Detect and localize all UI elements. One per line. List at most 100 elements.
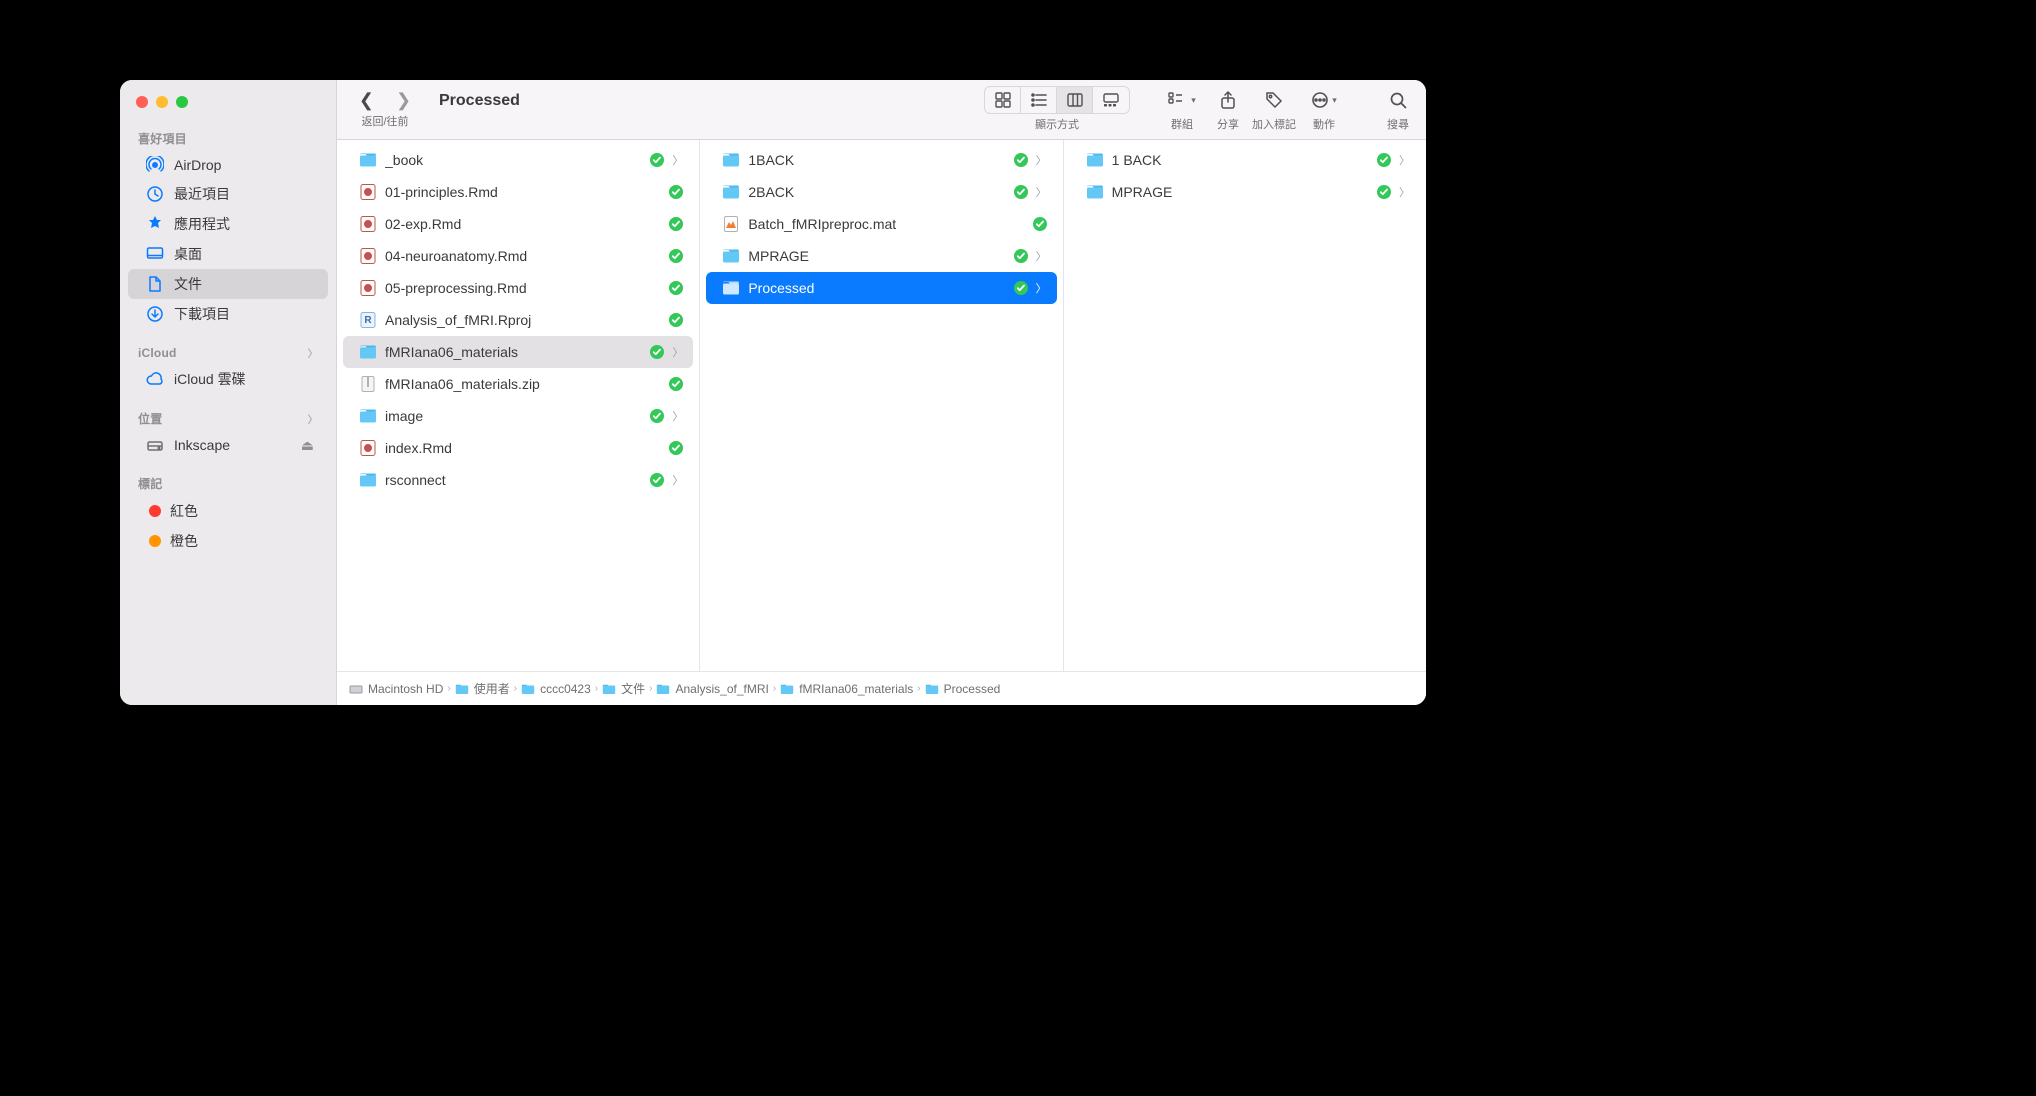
column-2: 1 BACK〉MPRAGE〉 bbox=[1064, 140, 1426, 671]
sidebar-header-icloud[interactable]: iCloud〉 bbox=[120, 343, 336, 364]
column-browser: _book〉01-principles.Rmd02-exp.Rmd04-neur… bbox=[337, 140, 1426, 671]
sidebar-item-桌面[interactable]: 桌面 bbox=[128, 239, 328, 269]
file-row[interactable]: _book〉 bbox=[343, 144, 693, 176]
zip-icon bbox=[359, 375, 377, 393]
file-row[interactable]: rsconnect 〉 bbox=[343, 464, 693, 496]
maximize-button[interactable] bbox=[176, 96, 188, 108]
chevron-right-icon: 〉 bbox=[1036, 184, 1047, 200]
sidebar-item-iCloud 雲碟[interactable]: iCloud 雲碟 bbox=[128, 364, 328, 394]
eject-icon[interactable]: ⏏ bbox=[301, 437, 314, 454]
close-button[interactable] bbox=[136, 96, 148, 108]
airdrop-icon bbox=[146, 156, 164, 174]
path-label: Analysis_of_fMRI bbox=[675, 682, 768, 696]
sidebar-item-紅色[interactable]: 紅色 bbox=[128, 496, 328, 526]
file-name: 05-preprocessing.Rmd bbox=[385, 280, 661, 296]
file-name: 01-principles.Rmd bbox=[385, 184, 661, 200]
sidebar-favorites: 喜好項目 AirDrop 最近項目應用程式桌面文件下載項目 bbox=[120, 124, 336, 339]
path-separator: › bbox=[917, 683, 920, 694]
sync-icon bbox=[1377, 153, 1391, 167]
folder-icon bbox=[455, 682, 469, 696]
cloud-icon bbox=[146, 370, 164, 388]
rproj-icon: R bbox=[359, 311, 377, 329]
file-row[interactable]: 04-neuroanatomy.Rmd bbox=[343, 240, 693, 272]
file-row[interactable]: 1BACK〉 bbox=[706, 144, 1056, 176]
path-item[interactable]: Processed bbox=[925, 682, 1001, 696]
folder-icon bbox=[359, 151, 377, 169]
chevron-right-icon: 〉 bbox=[672, 472, 683, 488]
sync-icon bbox=[650, 153, 664, 167]
hd-icon bbox=[349, 682, 363, 696]
rmd-icon bbox=[359, 183, 377, 201]
file-row[interactable]: 05-preprocessing.Rmd bbox=[343, 272, 693, 304]
file-row[interactable]: MPRAGE〉 bbox=[706, 240, 1056, 272]
path-item[interactable]: 文件 bbox=[602, 680, 645, 697]
sidebar-item-最近項目[interactable]: 最近項目 bbox=[128, 179, 328, 209]
file-name: rsconnect bbox=[385, 472, 642, 488]
path-label: fMRIana06_materials bbox=[799, 682, 913, 696]
sidebar-item-AirDrop[interactable]: AirDrop bbox=[128, 151, 328, 179]
file-row[interactable]: R Analysis_of_fMRI.Rproj bbox=[343, 304, 693, 336]
chevron-right-icon: 〉 bbox=[1399, 184, 1410, 200]
view-group: 顯示方式 bbox=[984, 86, 1130, 132]
sidebar-header-favorites[interactable]: 喜好項目 bbox=[120, 128, 336, 151]
file-row[interactable]: MPRAGE〉 bbox=[1070, 176, 1420, 208]
file-row[interactable]: image〉 bbox=[343, 400, 693, 432]
folder-icon bbox=[359, 471, 377, 489]
file-row[interactable]: Batch_fMRIpreproc.mat bbox=[706, 208, 1056, 240]
sidebar-header-locations[interactable]: 位置〉 bbox=[120, 408, 336, 431]
path-item[interactable]: fMRIana06_materials bbox=[780, 682, 913, 696]
sidebar-header-tags[interactable]: 標記 bbox=[120, 473, 336, 496]
back-button[interactable]: ❮ bbox=[359, 90, 374, 111]
disk-icon bbox=[146, 436, 164, 454]
share-button[interactable] bbox=[1210, 87, 1246, 113]
view-list-button[interactable] bbox=[1021, 87, 1057, 113]
sidebar-item-橙色[interactable]: 橙色 bbox=[128, 526, 328, 556]
file-name: 02-exp.Rmd bbox=[385, 216, 661, 232]
file-row[interactable]: fMRIana06_materials.zip bbox=[343, 368, 693, 400]
sync-icon bbox=[1014, 185, 1028, 199]
file-name: image bbox=[385, 408, 642, 424]
sync-icon bbox=[1014, 249, 1028, 263]
folder-icon bbox=[1086, 151, 1104, 169]
file-row[interactable]: 02-exp.Rmd bbox=[343, 208, 693, 240]
sidebar-item-label: 最近項目 bbox=[174, 184, 230, 204]
sidebar-item-應用程式[interactable]: 應用程式 bbox=[128, 209, 328, 239]
window-controls bbox=[120, 90, 336, 124]
file-row[interactable]: 1 BACK〉 bbox=[1070, 144, 1420, 176]
sync-icon bbox=[669, 281, 683, 295]
file-row[interactable]: 2BACK〉 bbox=[706, 176, 1056, 208]
file-name: index.Rmd bbox=[385, 440, 661, 456]
sidebar-item-label: iCloud 雲碟 bbox=[174, 369, 246, 389]
sidebar: 喜好項目 AirDrop 最近項目應用程式桌面文件下載項目 iCloud〉 iCl… bbox=[120, 80, 337, 705]
file-name: _book bbox=[385, 152, 642, 168]
path-separator: › bbox=[514, 683, 517, 694]
path-item[interactable]: cccc0423 bbox=[521, 682, 591, 696]
tag-button[interactable] bbox=[1256, 87, 1292, 113]
folder-icon bbox=[722, 247, 740, 265]
action-button-group: ▾ 動作 bbox=[1302, 86, 1346, 132]
file-name: fMRIana06_materials.zip bbox=[385, 376, 661, 392]
group-button[interactable]: ▾ bbox=[1160, 87, 1204, 113]
path-item[interactable]: 使用者 bbox=[455, 680, 510, 697]
view-gallery-button[interactable] bbox=[1093, 87, 1129, 113]
file-row[interactable]: 01-principles.Rmd bbox=[343, 176, 693, 208]
view-icons-button[interactable] bbox=[985, 87, 1021, 113]
sidebar-item-Inkscape[interactable]: Inkscape⏏ bbox=[128, 431, 328, 459]
file-row[interactable]: fMRIana06_materials〉 bbox=[343, 336, 693, 368]
folder-icon bbox=[925, 682, 939, 696]
path-item[interactable]: Macintosh HD bbox=[349, 682, 443, 696]
sidebar-item-文件[interactable]: 文件 bbox=[128, 269, 328, 299]
path-item[interactable]: Analysis_of_fMRI bbox=[656, 682, 768, 696]
view-columns-button[interactable] bbox=[1057, 87, 1093, 113]
action-button[interactable]: ▾ bbox=[1302, 87, 1346, 113]
file-row[interactable]: Processed〉 bbox=[706, 272, 1056, 304]
sidebar-item-label: 桌面 bbox=[174, 244, 202, 264]
file-row[interactable]: index.Rmd bbox=[343, 432, 693, 464]
forward-button[interactable]: ❯ bbox=[396, 90, 411, 111]
minimize-button[interactable] bbox=[156, 96, 168, 108]
search-button[interactable] bbox=[1380, 87, 1416, 113]
sidebar-item-下載項目[interactable]: 下載項目 bbox=[128, 299, 328, 329]
file-name: Analysis_of_fMRI.Rproj bbox=[385, 312, 661, 328]
svg-text:R: R bbox=[364, 315, 372, 326]
window-title: Processed bbox=[425, 86, 526, 110]
